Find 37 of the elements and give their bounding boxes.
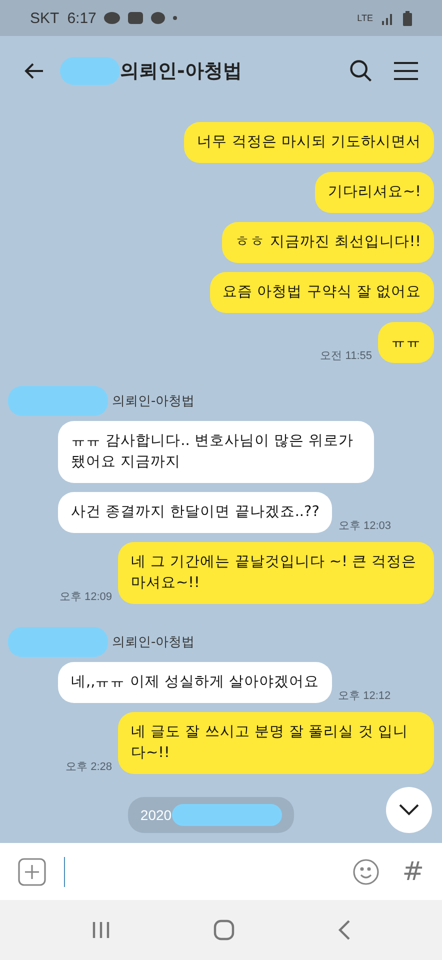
message-bubble: 기다리셔요~!: [315, 172, 434, 213]
sender-name: 의뢰인-아청법: [112, 634, 195, 651]
hashtag-button[interactable]: #: [398, 856, 428, 886]
sender-name: 의뢰인-아청법: [112, 393, 195, 410]
message-time: 오후 12:12: [338, 689, 391, 703]
message-bubble: 네 글도 잘 쓰시고 분명 잘 풀리실 것 입니다~!!: [118, 712, 434, 774]
signal-icon: [381, 12, 395, 24]
back-icon: [337, 919, 351, 941]
chat-title: 의뢰인-아청법: [120, 58, 242, 84]
message-bubble: ㅠㅠ: [378, 322, 434, 363]
chat-bubble-icon: [151, 12, 166, 24]
date-text: 2020: [140, 807, 172, 823]
message-bubble: 너무 걱정은 마시되 기도하시면서: [184, 122, 434, 163]
battery-icon: [403, 10, 412, 26]
message-bubble: 요즘 아청법 구약식 잘 없어요: [210, 272, 434, 313]
chat-bubble-icon: [104, 12, 120, 24]
message-time: 오후 12:03: [338, 519, 392, 533]
plus-icon: [18, 858, 46, 886]
message-bubble: 사건 종결까지 한달이면 끝나겠죠..??: [58, 492, 332, 533]
message-bubble: 네 그 기간에는 끝날것입니다 ~! 큰 걱정은 마셔요~!!: [118, 542, 434, 604]
message-bubble: ㅎㅎ 지금까진 최선입니다!!: [222, 222, 434, 263]
search-icon: [348, 58, 374, 84]
dot-icon: [173, 16, 178, 20]
message-bubble: ㅠㅠ 감사합니다.. 변호사님이 많은 위로가 됐어요 지금까지: [58, 421, 374, 483]
chevron-down-icon: [398, 803, 420, 817]
recent-apps-icon: [91, 920, 111, 940]
carrier-name: SKT: [30, 10, 60, 26]
message-time: 오후 12:09: [59, 590, 112, 604]
network-label: LTE: [357, 13, 373, 23]
message-bubble: 네,,ㅠㅠ 이제 성실하게 살아야겠어요: [58, 662, 332, 703]
redaction-mark: [60, 56, 120, 84]
message-time: 오후 2:28: [66, 760, 112, 774]
message-time: 오전 11:55: [320, 349, 372, 363]
home-icon: [213, 919, 235, 941]
smiley-icon: [352, 858, 380, 886]
clock-time: 6:17: [67, 10, 96, 26]
scroll-down-button[interactable]: [386, 787, 432, 833]
